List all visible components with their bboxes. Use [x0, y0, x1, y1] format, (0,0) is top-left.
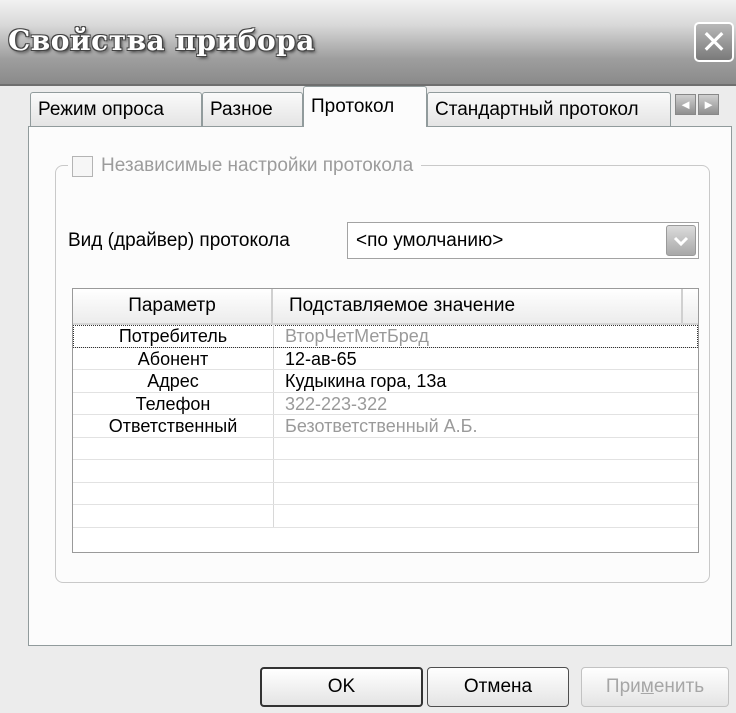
apply-button[interactable]: При м енить	[581, 667, 729, 707]
arrow-left-icon: ◄	[679, 97, 692, 112]
tab-misc[interactable]: Разное	[202, 92, 303, 126]
table-row[interactable]	[73, 460, 698, 483]
tab-strip: Режим опроса Разное Протокол Стандартный…	[30, 84, 730, 128]
chevron-down-icon	[673, 236, 689, 246]
value-cell[interactable]: Кудыкина гора, 13а	[273, 370, 446, 392]
window-title: Свойства прибора	[8, 24, 315, 57]
apply-label-suffix: енить	[653, 676, 705, 697]
parameter-cell[interactable]: Телефон	[73, 392, 274, 414]
cancel-button[interactable]: Отмена	[427, 667, 569, 707]
table-row[interactable]: Адрес Кудыкина гора, 13а	[73, 370, 698, 393]
value-cell[interactable]: ВторЧетМетБред	[273, 325, 429, 347]
value-cell[interactable]	[273, 438, 285, 460]
protocol-settings-group: Независимые настройки протокола Вид (дра…	[55, 151, 710, 583]
arrow-right-icon: ►	[702, 97, 715, 112]
close-button[interactable]: ✕	[694, 22, 734, 62]
table-row[interactable]: Ответственный Безответственный А.Б.	[73, 415, 698, 438]
table-row[interactable]: Телефон 322-223-322	[73, 392, 698, 415]
close-icon: ✕	[700, 23, 728, 61]
parameter-cell[interactable]: Ответственный	[73, 415, 274, 437]
apply-label-accelerator: м	[640, 676, 654, 697]
table-row[interactable]	[73, 505, 698, 528]
tab-scroll-left-button[interactable]: ◄	[675, 94, 696, 115]
value-cell[interactable]: Безответственный А.Б.	[273, 415, 477, 437]
table-row[interactable]: Потребитель ВторЧетМетБред	[73, 325, 698, 348]
table-row[interactable]	[73, 437, 698, 460]
tab-scroll-right-button[interactable]: ►	[698, 94, 719, 115]
value-cell[interactable]	[273, 483, 285, 505]
independent-settings-label: Независимые настройки протокола	[101, 155, 414, 176]
value-cell[interactable]: 12-ав-65	[273, 348, 357, 370]
tab-panel-protocol: Независимые настройки протокола Вид (дра…	[28, 126, 732, 646]
parameter-cell[interactable]	[73, 460, 274, 482]
parameters-grid[interactable]: Параметр Подставляемое значение Потребит…	[72, 288, 699, 553]
column-header-parameter[interactable]: Параметр	[73, 289, 273, 323]
ok-button[interactable]: OK	[260, 667, 423, 707]
value-cell[interactable]: 322-223-322	[273, 393, 387, 415]
protocol-driver-select[interactable]: <по умолчанию>	[347, 222, 699, 259]
protocol-driver-label: Вид (драйвер) протокола	[68, 230, 290, 251]
dropdown-button[interactable]	[666, 225, 696, 256]
tab-protocol[interactable]: Протокол	[303, 86, 427, 127]
parameter-cell[interactable]	[73, 505, 274, 527]
value-cell[interactable]	[273, 460, 285, 482]
title-bar[interactable]: Свойства прибора ✕	[0, 0, 736, 86]
parameter-cell[interactable]: Адрес	[73, 370, 274, 392]
value-cell[interactable]	[273, 505, 285, 527]
dialog-window: Свойства прибора ✕ Режим опроса Разное П…	[0, 0, 736, 713]
tab-standard-protocol[interactable]: Стандартный протокол	[427, 92, 671, 126]
parameter-cell[interactable]	[73, 482, 274, 504]
independent-settings-checkbox[interactable]	[72, 155, 93, 177]
tab-polling-mode[interactable]: Режим опроса	[30, 92, 202, 126]
parameter-cell[interactable]: Абонент	[73, 347, 274, 369]
table-row[interactable]: Абонент 12-ав-65	[73, 347, 698, 370]
grid-body: Потребитель ВторЧетМетБред Абонент 12-ав-65…	[73, 325, 698, 528]
parameter-cell[interactable]	[73, 437, 274, 459]
column-header-value[interactable]: Подставляемое значение	[273, 289, 683, 323]
protocol-driver-value: <по умолчанию>	[356, 230, 504, 251]
table-row[interactable]	[73, 482, 698, 505]
independent-settings-toggle[interactable]: Независимые настройки протокола	[68, 151, 422, 181]
apply-label-prefix: При	[605, 676, 641, 697]
parameter-cell[interactable]: Потребитель	[73, 325, 274, 347]
grid-header: Параметр Подставляемое значение	[73, 289, 698, 325]
